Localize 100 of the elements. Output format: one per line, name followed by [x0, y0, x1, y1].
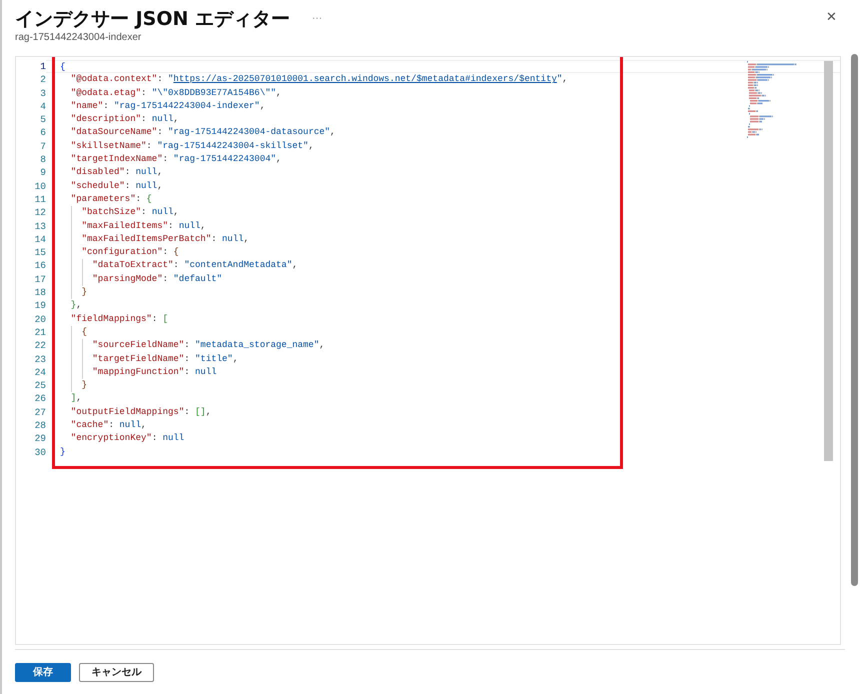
code-token: "rag-1751442243004-indexer" — [114, 100, 260, 113]
code-token: , — [276, 153, 282, 166]
line-number: 18 — [34, 286, 46, 300]
close-button[interactable]: ✕ — [826, 10, 837, 23]
code-token: "outputFieldMappings" — [70, 406, 184, 419]
code-token: "description" — [70, 113, 142, 126]
line-number: 9 — [40, 166, 46, 180]
code-token: "maxFailedItemsPerBatch" — [82, 232, 212, 246]
url-link[interactable]: https://as-20250701010001.search.windows.net/$metadata#indexers/$entity — [173, 73, 557, 87]
code-token: : — [141, 113, 146, 126]
line-number: 5 — [40, 113, 46, 126]
code-token: : — [184, 339, 190, 352]
save-button[interactable]: 保存 — [15, 663, 71, 682]
code-token: : — [184, 352, 190, 366]
line-number: 13 — [34, 220, 46, 233]
page-scrollbar-thumb[interactable] — [851, 54, 858, 586]
code-token: } — [82, 379, 87, 392]
code-token: : — [157, 73, 163, 86]
code-token: " — [168, 73, 174, 86]
code-token: "parsingMode" — [92, 272, 163, 286]
code-token: : — [162, 246, 168, 260]
code-token: : — [141, 206, 146, 220]
code-token: "default" — [173, 272, 222, 286]
code-token: : — [124, 180, 130, 193]
code-token: : — [152, 432, 158, 446]
code-token: : — [162, 272, 168, 286]
code-token: , — [157, 166, 163, 180]
code-token: , — [330, 126, 336, 140]
code-token: , — [244, 232, 250, 246]
code-token: "\"0x8DDB93E77A154B6\"" — [152, 86, 276, 100]
line-number: 22 — [34, 339, 46, 353]
line-number: 27 — [34, 406, 46, 420]
line-number: 20 — [34, 312, 46, 326]
line-number: 23 — [34, 352, 46, 366]
code-token: "contentAndMetadata" — [184, 259, 292, 272]
cancel-button[interactable]: キャンセル — [79, 663, 154, 682]
code-token: , — [76, 392, 82, 406]
code-token: : — [162, 153, 168, 166]
code-token: "name" — [70, 100, 104, 113]
line-number: 21 — [34, 326, 46, 340]
line-number: 7 — [40, 140, 46, 154]
code-token: : — [157, 126, 163, 140]
line-number: 4 — [40, 100, 46, 114]
line-number: 24 — [34, 366, 46, 380]
code-token: : — [146, 140, 152, 153]
code-token: "disabled" — [70, 166, 125, 180]
code-token: "@odata.etag" — [70, 86, 142, 100]
code-token: : — [211, 232, 217, 246]
line-number: 14 — [34, 232, 46, 246]
code-token: "rag-1751442243004-skillset" — [157, 140, 308, 153]
code-token: "cache" — [70, 419, 109, 432]
code-token: ] — [70, 392, 76, 406]
code-token: : — [168, 220, 174, 233]
line-number: 29 — [34, 432, 46, 446]
line-number: 6 — [40, 126, 46, 140]
code-token: : — [124, 166, 130, 180]
code-token: "dataSourceName" — [70, 126, 158, 140]
code-token: null — [152, 113, 174, 126]
code-token: { — [146, 192, 152, 206]
code-token: { — [82, 326, 87, 339]
code-token: , — [206, 406, 212, 419]
code-token: : — [152, 312, 158, 326]
code-token: , — [292, 259, 298, 272]
line-number: 26 — [34, 392, 46, 406]
code-token: "targetIndexName" — [70, 153, 163, 166]
code-token: "rag-1751442243004-datasource" — [168, 126, 330, 140]
code-token: "batchSize" — [82, 206, 142, 220]
code-token: null — [136, 180, 158, 193]
code-token: null — [178, 220, 200, 233]
code-token: : — [108, 419, 114, 432]
more-button[interactable]: ··· — [312, 14, 322, 24]
code-token: , — [141, 419, 146, 432]
line-number: 10 — [34, 180, 46, 193]
code-token: null — [222, 232, 244, 246]
code-token: : — [136, 192, 142, 206]
code-token: } — [60, 446, 66, 459]
line-number: 3 — [40, 86, 46, 100]
line-number: 12 — [34, 206, 46, 220]
code-token: : — [184, 406, 190, 419]
code-token: "encryptionKey" — [70, 432, 152, 446]
code-token: null — [119, 419, 142, 432]
code-token: "mappingFunction" — [92, 366, 184, 379]
code-token: null — [152, 206, 174, 220]
code-token: [ — [162, 312, 168, 326]
line-number: 17 — [34, 272, 46, 286]
line-number: 19 — [34, 299, 46, 313]
line-number: 2 — [40, 73, 46, 87]
code-token: " — [556, 73, 562, 86]
line-number: 28 — [34, 419, 46, 432]
code-token: "schedule" — [70, 180, 125, 193]
code-token: null — [162, 432, 184, 446]
code-token: : — [184, 366, 190, 379]
code-token: { — [173, 246, 179, 260]
code-token: "fieldMappings" — [70, 312, 152, 326]
code-token: , — [76, 299, 82, 312]
code-token: : — [141, 86, 146, 100]
code-token: : — [103, 100, 109, 113]
line-number: 11 — [34, 192, 46, 206]
code-token: "maxFailedItems" — [82, 220, 168, 233]
code-token: } — [82, 286, 87, 300]
